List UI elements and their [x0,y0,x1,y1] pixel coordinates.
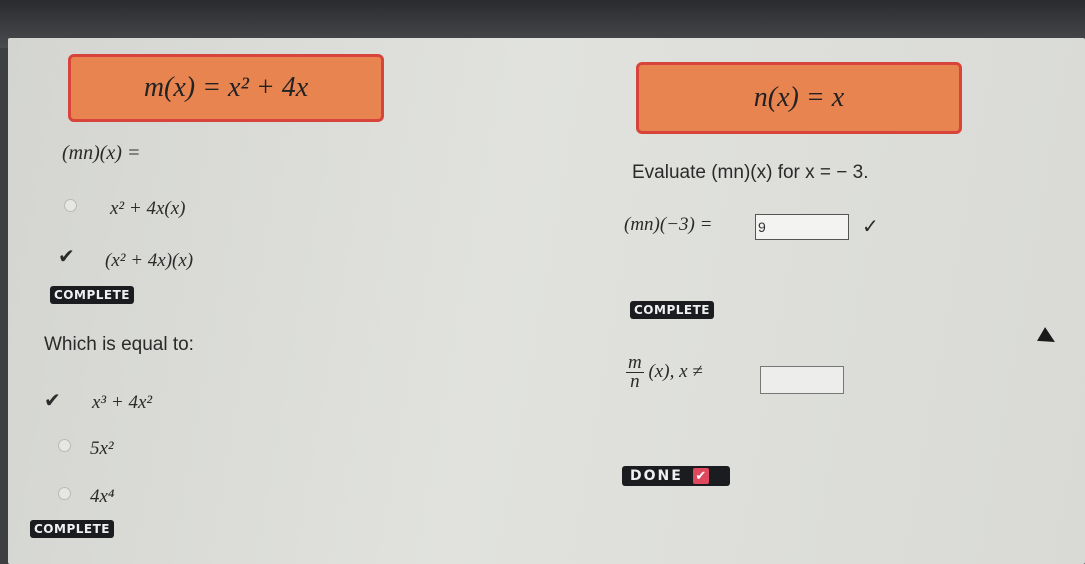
q2-option2-radio[interactable] [58,439,71,452]
question1-prompt: (mn)(x) = [62,142,141,164]
quotient-expression: m n (x), x ≠ [626,353,703,392]
check-icon: ✔ [58,246,75,268]
function-n-box: n(x) = x [636,62,962,134]
function-m-text: m(x) = x² + 4x [143,72,309,103]
q2-option3-radio[interactable] [58,487,71,500]
quotient-rest: (x), x ≠ [648,360,703,382]
q1-option1-label[interactable]: x² + 4x(x) [110,198,185,220]
check-icon: ✓ [862,216,879,238]
q2-option2-label[interactable]: 5x² [90,438,114,460]
done-badge: DONE ✔ [622,466,730,486]
quotient-answer-field[interactable] [760,366,844,394]
q2-status-badge: COMPLETE [30,520,114,538]
q2-option3-label[interactable]: 4x⁴ [90,486,115,508]
q2-option1-label[interactable]: x³ + 4x² [92,392,152,414]
quotient-denominator: n [630,371,640,392]
quotient-fraction: m n [626,353,644,392]
check-icon: ✔ [44,390,61,412]
check-icon: ✔ [692,468,709,484]
eval-answer-field[interactable]: 9 [755,214,849,240]
function-m-box: m(x) = x² + 4x [68,54,384,122]
done-label: DONE [630,468,683,484]
q1-option2-label[interactable]: (x² + 4x)(x) [105,250,193,272]
question2-prompt: Which is equal to: [44,334,194,355]
q1-option1-radio[interactable] [64,199,77,212]
evaluate-prompt: Evaluate (mn)(x) for x = − 3. [632,162,869,183]
function-n-text: n(x) = x [753,82,845,113]
q1-status-badge: COMPLETE [50,286,134,304]
eval-expression: (mn)(−3) = [624,214,713,235]
eval-status-badge: COMPLETE [630,301,714,319]
